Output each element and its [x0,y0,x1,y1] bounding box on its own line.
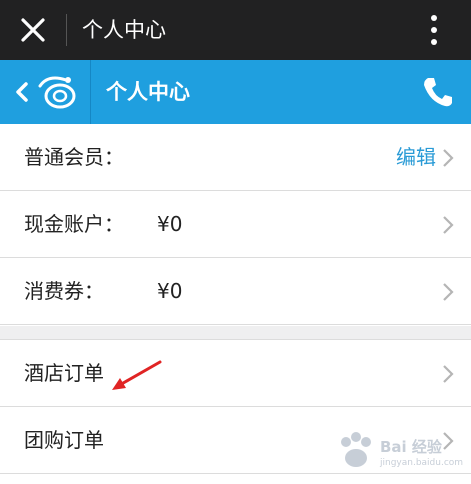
chevron-right-icon [443,216,454,234]
coupon-label: 消费券： [24,279,104,303]
more-vertical-icon[interactable] [420,12,448,48]
edit-link[interactable]: 编辑 [396,124,436,191]
watermark-sub: jingyan.baidu.com [380,458,464,468]
divider [90,60,91,124]
page-title: 个人中心 [106,80,190,104]
browser-title: 个人中心 [82,18,166,42]
chevron-right-icon [443,149,454,167]
cash-account-row[interactable]: 现金账户： ¥0 [0,191,471,258]
chevron-right-icon [443,365,454,383]
cash-account-label: 现金账户： [24,212,124,236]
hotel-orders-label: 酒店订单 [24,361,104,385]
section-gap [0,326,471,340]
watermark: Bai 经验 jingyan.baidu.com [336,428,466,478]
hotel-orders-row[interactable]: 酒店订单 [0,340,471,407]
watermark-text: Bai 经验 [380,438,442,456]
member-label: 普通会员： [24,145,124,169]
chevron-right-icon [443,283,454,301]
member-row[interactable]: 普通会员： 编辑 [0,124,471,191]
paw-logo-icon [341,432,371,467]
coupon-value: ¥0 [157,279,183,303]
browser-top-bar: 个人中心 [0,0,471,60]
group-buy-orders-label: 团购订单 [24,428,104,452]
annotation-arrow-icon [112,360,162,390]
divider [66,14,67,46]
back-logo-icon[interactable] [4,64,88,120]
phone-icon[interactable] [420,74,456,110]
coupon-row[interactable]: 消费券： ¥0 [0,258,471,325]
close-icon[interactable] [16,13,50,47]
page-nav-bar: 个人中心 [0,60,471,124]
cash-account-value: ¥0 [157,212,183,236]
